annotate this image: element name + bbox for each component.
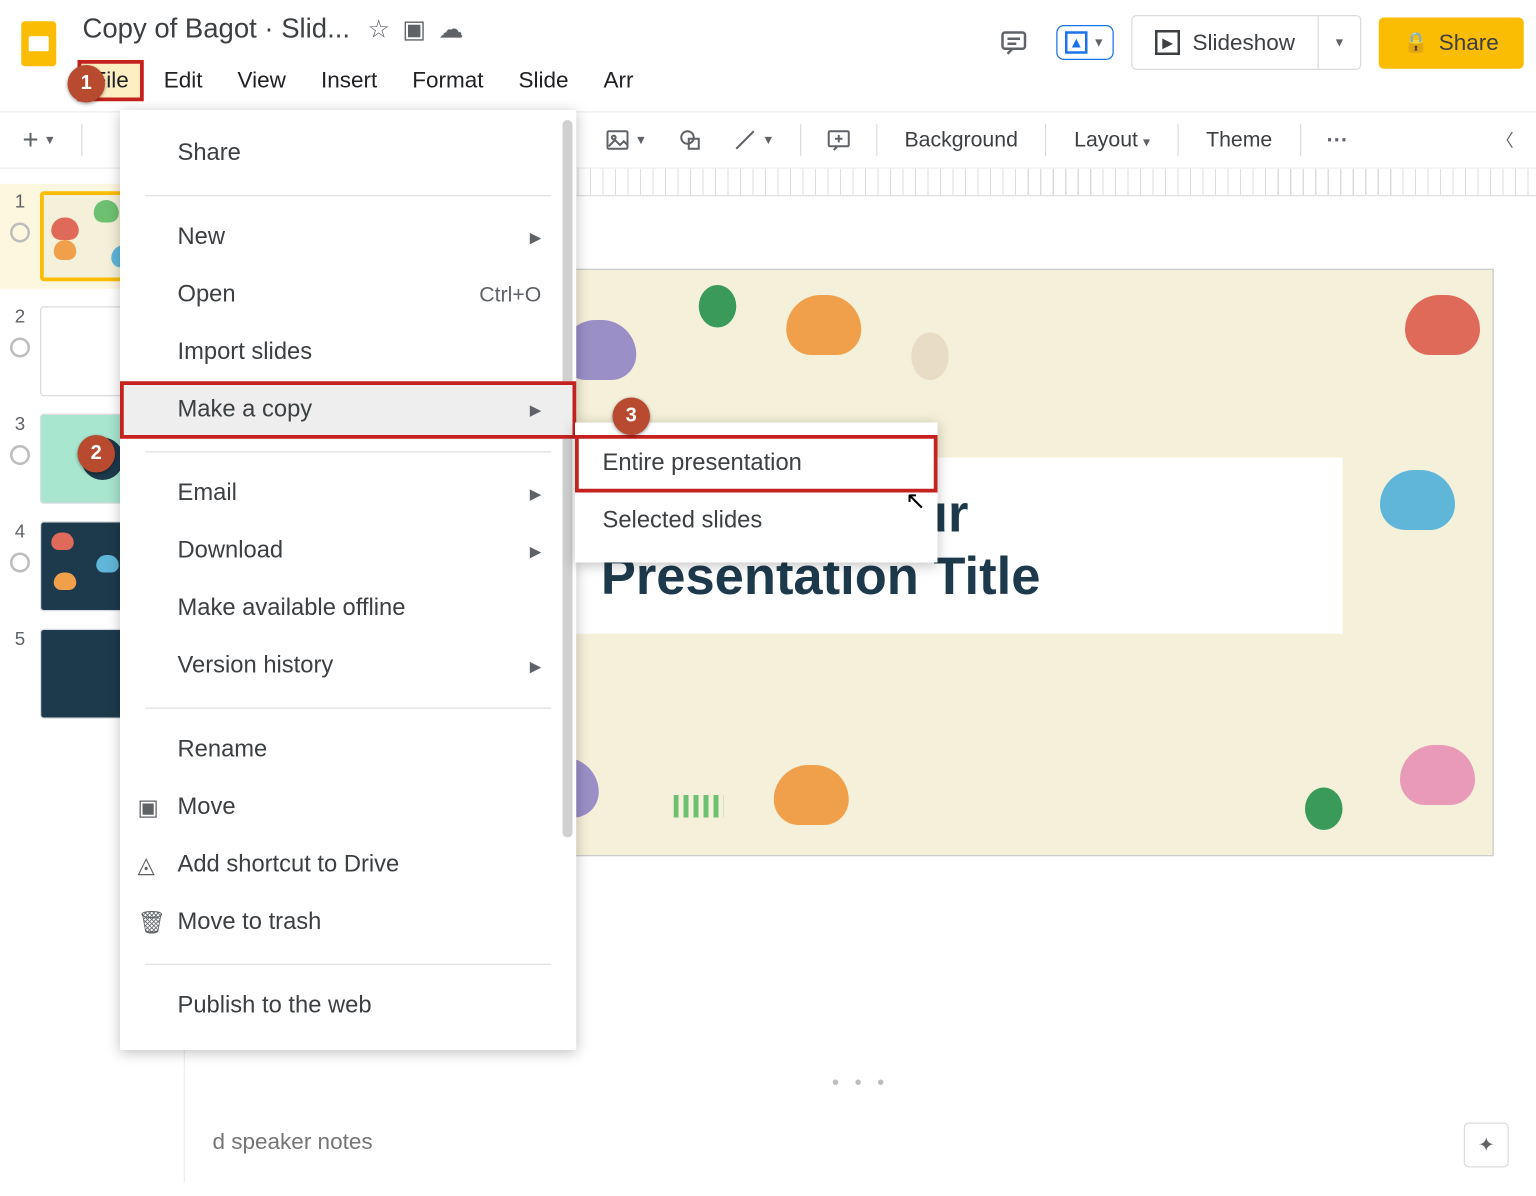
new-slide-button[interactable]: +▼ xyxy=(13,119,66,162)
comment-add-button[interactable] xyxy=(816,123,861,158)
file-menu: Share New▶ OpenCtrl+O Import slides Make… xyxy=(120,110,576,1050)
present-picker[interactable]: ▲ ▼ xyxy=(1056,25,1113,60)
chevron-down-icon: ▼ xyxy=(1333,36,1345,50)
thumb-number: 5 xyxy=(15,629,25,650)
chevron-right-icon: ▶ xyxy=(530,485,542,503)
annotation-badge-3: 3 xyxy=(613,398,651,436)
menu-edit[interactable]: Edit xyxy=(149,60,218,101)
file-add-shortcut[interactable]: ◬Add shortcut to Drive xyxy=(120,836,576,894)
file-move[interactable]: ▣Move xyxy=(120,779,576,837)
file-new[interactable]: New▶ xyxy=(120,209,576,267)
file-email[interactable]: Email▶ xyxy=(120,465,576,523)
trash-icon: 🗑 xyxy=(138,909,167,935)
copy-entire-presentation[interactable]: Entire presentation xyxy=(575,435,938,493)
file-offline[interactable]: Make available offline xyxy=(120,580,576,638)
resize-handle-icon[interactable]: • • • xyxy=(832,1073,889,1096)
layout-button[interactable]: Layout xyxy=(1062,123,1163,158)
move-folder-icon[interactable]: ▣ xyxy=(402,13,426,44)
slideshow-dropdown[interactable]: ▼ xyxy=(1318,16,1361,69)
collapse-toolbar-icon[interactable]: 〈 xyxy=(1486,123,1524,158)
chevron-right-icon: ▶ xyxy=(530,658,542,676)
drive-shortcut-icon: ◬ xyxy=(138,852,155,878)
file-import-slides[interactable]: Import slides xyxy=(120,324,576,382)
chevron-right-icon: ▶ xyxy=(530,401,542,419)
chevron-right-icon: ▶ xyxy=(530,229,542,247)
annotation-badge-2: 2 xyxy=(78,435,116,473)
cloud-status-icon[interactable]: ☁ xyxy=(439,13,464,44)
slideshow-label: Slideshow xyxy=(1192,29,1295,55)
comment-indicator-icon xyxy=(7,550,33,576)
file-make-copy[interactable]: Make a copy▶ xyxy=(120,381,576,439)
line-button[interactable]: ▼ xyxy=(722,123,784,158)
more-icon[interactable]: ⋯ xyxy=(1316,123,1360,158)
chevron-right-icon: ▶ xyxy=(530,543,542,561)
file-trash[interactable]: 🗑Move to trash xyxy=(120,894,576,952)
file-version-history[interactable]: Version history▶ xyxy=(120,638,576,696)
theme-button[interactable]: Theme xyxy=(1194,123,1285,158)
present-up-icon: ▲ xyxy=(1065,31,1088,54)
chevron-down-icon: ▼ xyxy=(1093,36,1105,50)
menu-insert[interactable]: Insert xyxy=(306,60,392,101)
image-button[interactable]: ▼ xyxy=(595,123,657,158)
menu-view[interactable]: View xyxy=(223,60,301,101)
thumb-number: 4 xyxy=(15,521,25,542)
share-label: Share xyxy=(1439,29,1499,55)
thumb-number: 2 xyxy=(15,306,25,327)
file-rename[interactable]: Rename xyxy=(120,721,576,779)
folder-move-icon: ▣ xyxy=(138,794,159,820)
annotation-badge-1: 1 xyxy=(68,65,106,103)
star-icon[interactable]: ☆ xyxy=(368,13,390,44)
background-button[interactable]: Background xyxy=(892,123,1030,158)
copy-selected-slides[interactable]: Selected slides xyxy=(575,493,938,551)
slides-logo[interactable] xyxy=(13,18,66,71)
file-open[interactable]: OpenCtrl+O xyxy=(120,266,576,324)
thumb-number: 1 xyxy=(15,191,25,212)
slideshow-button[interactable]: ▶ Slideshow ▼ xyxy=(1131,15,1361,70)
comment-indicator-icon xyxy=(7,335,33,361)
menu-format[interactable]: Format xyxy=(397,60,498,101)
play-icon: ▶ xyxy=(1155,30,1180,55)
speaker-notes[interactable]: d speaker notes xyxy=(213,1129,373,1155)
explore-button[interactable]: ✦ xyxy=(1464,1123,1509,1168)
comments-icon[interactable] xyxy=(989,18,1039,68)
file-publish-web[interactable]: Publish to the web xyxy=(120,978,576,1036)
comment-indicator-icon xyxy=(7,220,33,246)
file-download[interactable]: Download▶ xyxy=(120,523,576,581)
comment-indicator-icon xyxy=(7,442,33,468)
menu-arrange[interactable]: Arr xyxy=(589,60,649,101)
share-button[interactable]: 🔒 Share xyxy=(1379,17,1524,68)
lock-icon: 🔒 xyxy=(1404,30,1429,55)
menubar: File Edit View Insert Format Slide Arr xyxy=(78,60,989,101)
shortcut-label: Ctrl+O xyxy=(479,283,541,308)
thumb-number: 3 xyxy=(15,414,25,435)
mouse-cursor-icon: ↖ xyxy=(905,485,926,516)
make-copy-submenu: Entire presentation Selected slides xyxy=(575,423,938,563)
shape-button[interactable] xyxy=(667,123,712,158)
file-share[interactable]: Share xyxy=(120,125,576,183)
document-title[interactable]: Copy of Bagot · Slid... xyxy=(78,10,356,48)
menu-slide[interactable]: Slide xyxy=(503,60,583,101)
